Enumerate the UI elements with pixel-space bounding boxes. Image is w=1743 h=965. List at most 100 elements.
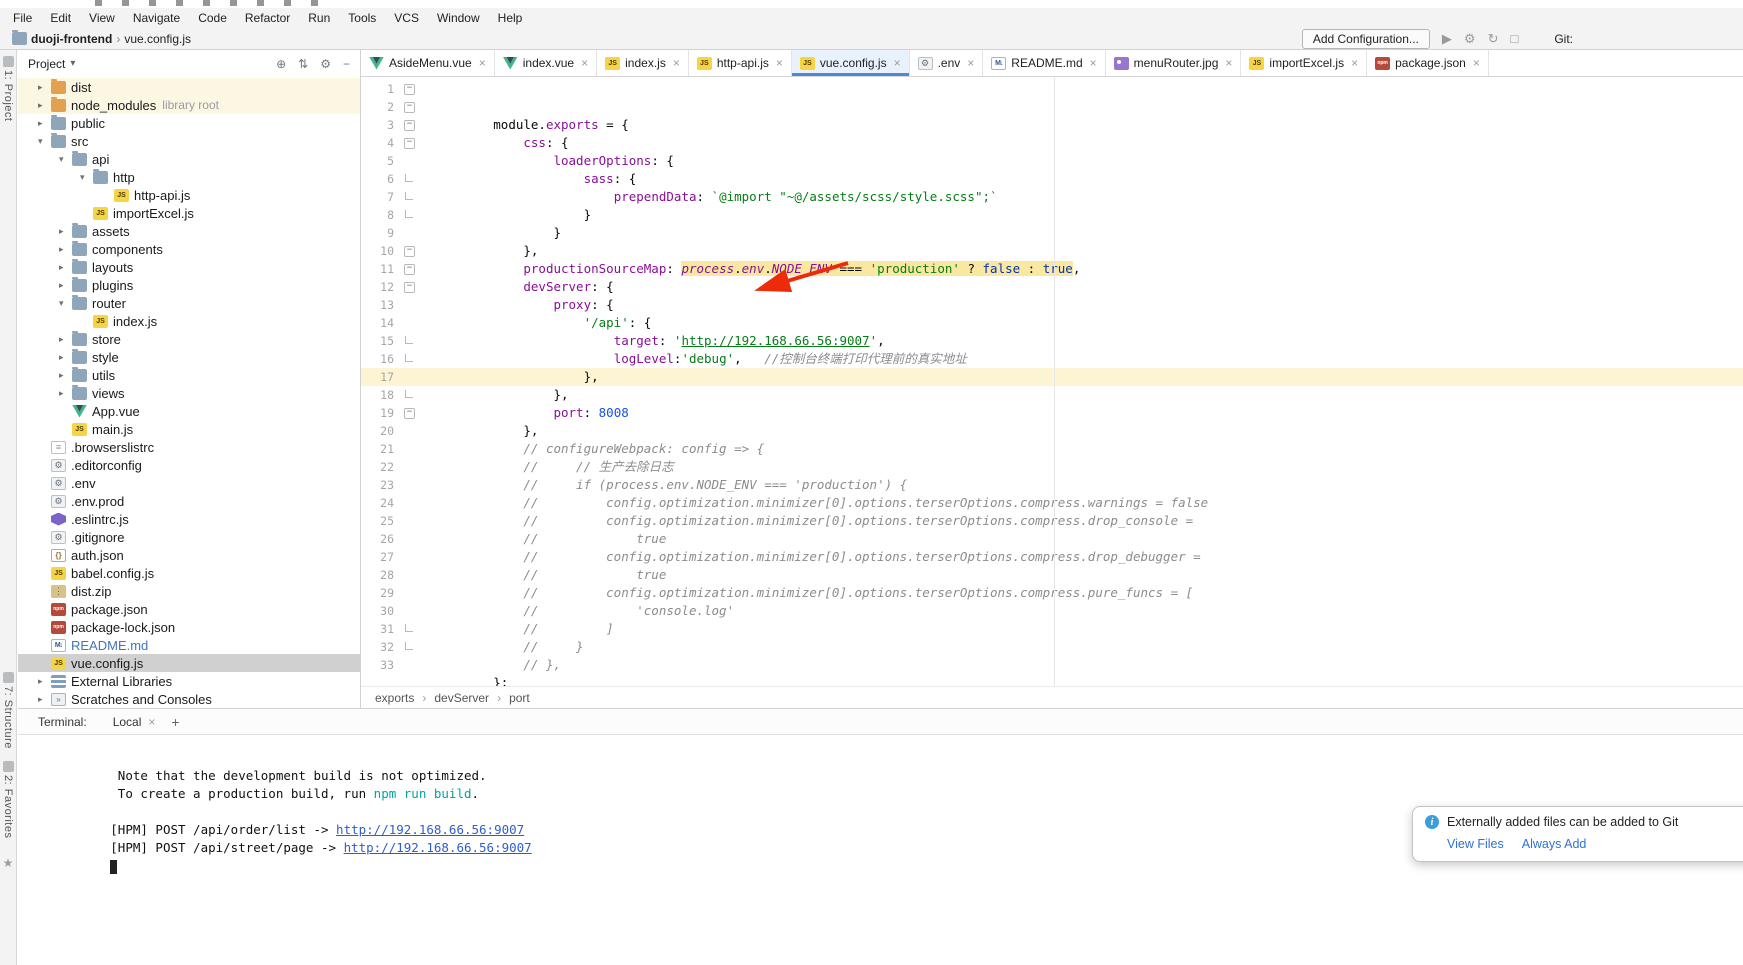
tree-item[interactable]: ▸ components bbox=[18, 240, 360, 258]
expand-chevron-icon[interactable]: ▾ bbox=[59, 298, 72, 309]
fold-marker-icon[interactable] bbox=[401, 98, 418, 116]
fold-marker-icon[interactable] bbox=[401, 422, 418, 440]
breadcrumb-file[interactable]: vue.config.js bbox=[124, 32, 191, 46]
tree-item[interactable]: ▸ assets bbox=[18, 222, 360, 240]
editor-tab[interactable]: importExcel.js × bbox=[1241, 50, 1367, 76]
favorites-stripe-button[interactable]: 2: Favorites bbox=[2, 761, 14, 838]
tree-item[interactable]: ▸ node_modules library root bbox=[18, 96, 360, 114]
fold-marker-icon[interactable] bbox=[401, 224, 418, 242]
tree-item[interactable]: .env bbox=[18, 474, 360, 492]
fold-marker-icon[interactable] bbox=[401, 620, 418, 638]
expand-chevron-icon[interactable]: ▾ bbox=[59, 154, 72, 165]
expand-chevron-icon[interactable]: ▸ bbox=[59, 370, 72, 381]
fold-marker-icon[interactable] bbox=[401, 476, 418, 494]
fold-marker-icon[interactable] bbox=[401, 188, 418, 206]
close-tab-icon[interactable]: × bbox=[967, 56, 974, 70]
fold-marker-icon[interactable] bbox=[401, 116, 418, 134]
menu-item[interactable]: Code bbox=[189, 11, 236, 25]
fold-marker-icon[interactable] bbox=[401, 530, 418, 548]
tree-item[interactable]: App.vue bbox=[18, 402, 360, 420]
fold-marker-icon[interactable] bbox=[401, 134, 418, 152]
add-configuration-button[interactable]: Add Configuration... bbox=[1302, 29, 1430, 49]
tree-item[interactable]: babel.config.js bbox=[18, 564, 360, 582]
fold-marker-icon[interactable] bbox=[401, 242, 418, 260]
menu-item[interactable]: Window bbox=[428, 11, 489, 25]
locate-file-icon[interactable]: ⊕ bbox=[276, 57, 286, 71]
fold-marker-icon[interactable] bbox=[401, 332, 418, 350]
menu-item[interactable]: Refactor bbox=[236, 11, 299, 25]
expand-chevron-icon[interactable]: ▸ bbox=[38, 694, 51, 705]
tree-item[interactable]: ▸ utils bbox=[18, 366, 360, 384]
breadcrumb-project[interactable]: duoji-frontend bbox=[31, 32, 112, 46]
expand-chevron-icon[interactable]: ▾ bbox=[38, 136, 51, 147]
tree-item[interactable]: .browserslistrc bbox=[18, 438, 360, 456]
editor-tab[interactable]: index.vue × bbox=[495, 50, 597, 76]
tree-item[interactable]: ▸ views bbox=[18, 384, 360, 402]
menu-item[interactable]: Tools bbox=[339, 11, 385, 25]
update-project-icon[interactable]: ↻ bbox=[1488, 31, 1499, 47]
menu-item[interactable]: Navigate bbox=[124, 11, 189, 25]
git-widget-label[interactable]: Git: bbox=[1554, 32, 1573, 46]
editor-tab[interactable]: http-api.js × bbox=[689, 50, 792, 76]
tree-item[interactable]: ▸ public bbox=[18, 114, 360, 132]
breadcrumb-item[interactable]: exports bbox=[375, 691, 414, 705]
tree-item[interactable]: importExcel.js bbox=[18, 204, 360, 222]
fold-marker-icon[interactable] bbox=[401, 566, 418, 584]
tree-item[interactable]: ▾ api bbox=[18, 150, 360, 168]
terminal-tab[interactable]: Local × bbox=[113, 715, 156, 729]
tree-item[interactable]: ▸ Scratches and Consoles bbox=[18, 690, 360, 708]
tree-item[interactable]: dist.zip bbox=[18, 582, 360, 600]
expand-chevron-icon[interactable]: ▸ bbox=[59, 262, 72, 273]
code-editor[interactable]: 1 module.exports = { 2 css: { 3 bbox=[361, 77, 1743, 686]
fold-marker-icon[interactable] bbox=[401, 584, 418, 602]
editor-tab[interactable]: package.json × bbox=[1367, 50, 1489, 76]
expand-chevron-icon[interactable]: ▸ bbox=[59, 334, 72, 345]
fold-marker-icon[interactable] bbox=[401, 386, 418, 404]
project-panel-title[interactable]: Project bbox=[28, 57, 65, 71]
menu-item[interactable]: Edit bbox=[41, 11, 80, 25]
close-tab-icon[interactable]: × bbox=[1225, 56, 1232, 70]
tree-item[interactable]: ▸ dist bbox=[18, 78, 360, 96]
expand-chevron-icon[interactable]: ▸ bbox=[38, 82, 51, 93]
tree-item[interactable]: ▸ External Libraries bbox=[18, 672, 360, 690]
stop-icon[interactable]: □ bbox=[1510, 31, 1518, 46]
editor-tab[interactable]: vue.config.js × bbox=[792, 50, 910, 76]
tree-item[interactable]: ▸ plugins bbox=[18, 276, 360, 294]
breadcrumb-item[interactable]: port bbox=[489, 691, 530, 705]
close-tab-icon[interactable]: × bbox=[479, 56, 486, 70]
fold-marker-icon[interactable] bbox=[401, 458, 418, 476]
fold-marker-icon[interactable] bbox=[401, 296, 418, 314]
tree-item[interactable]: ▸ store bbox=[18, 330, 360, 348]
fold-marker-icon[interactable] bbox=[401, 260, 418, 278]
menu-item[interactable]: File bbox=[4, 11, 41, 25]
fold-marker-icon[interactable] bbox=[401, 170, 418, 188]
fold-marker-icon[interactable] bbox=[401, 638, 418, 656]
tree-item[interactable]: .env.prod bbox=[18, 492, 360, 510]
hide-panel-icon[interactable]: − bbox=[343, 57, 350, 71]
fold-marker-icon[interactable] bbox=[401, 512, 418, 530]
close-tab-icon[interactable]: × bbox=[1351, 56, 1358, 70]
tree-item[interactable]: ▸ layouts bbox=[18, 258, 360, 276]
tree-item[interactable]: vue.config.js bbox=[18, 654, 360, 672]
favorites-star-icon[interactable]: ★ bbox=[3, 856, 14, 870]
fold-marker-icon[interactable] bbox=[401, 602, 418, 620]
close-tab-icon[interactable]: × bbox=[581, 56, 588, 70]
tree-item[interactable]: ▾ router bbox=[18, 294, 360, 312]
tree-item[interactable]: ▾ src bbox=[18, 132, 360, 150]
panel-settings-icon[interactable]: ⚙ bbox=[320, 57, 331, 71]
project-stripe-button[interactable]: 1: Project bbox=[2, 56, 14, 121]
expand-chevron-icon[interactable]: ▸ bbox=[38, 676, 51, 687]
tree-item[interactable]: .editorconfig bbox=[18, 456, 360, 474]
structure-stripe-button[interactable]: 7: Structure bbox=[2, 672, 14, 749]
menu-item[interactable]: Run bbox=[299, 11, 339, 25]
panel-divider[interactable] bbox=[360, 50, 361, 708]
tree-item[interactable]: .gitignore bbox=[18, 528, 360, 546]
editor-tab[interactable]: README.md × bbox=[983, 50, 1105, 76]
editor-tab[interactable]: index.js × bbox=[597, 50, 689, 76]
tree-item[interactable]: ▾ http bbox=[18, 168, 360, 186]
settings-icon[interactable]: ⚙ bbox=[1464, 31, 1476, 47]
tree-item[interactable]: package.json bbox=[18, 600, 360, 618]
expand-chevron-icon[interactable]: ▸ bbox=[59, 388, 72, 399]
expand-chevron-icon[interactable]: ▾ bbox=[80, 172, 93, 183]
close-tab-icon[interactable]: × bbox=[673, 56, 680, 70]
